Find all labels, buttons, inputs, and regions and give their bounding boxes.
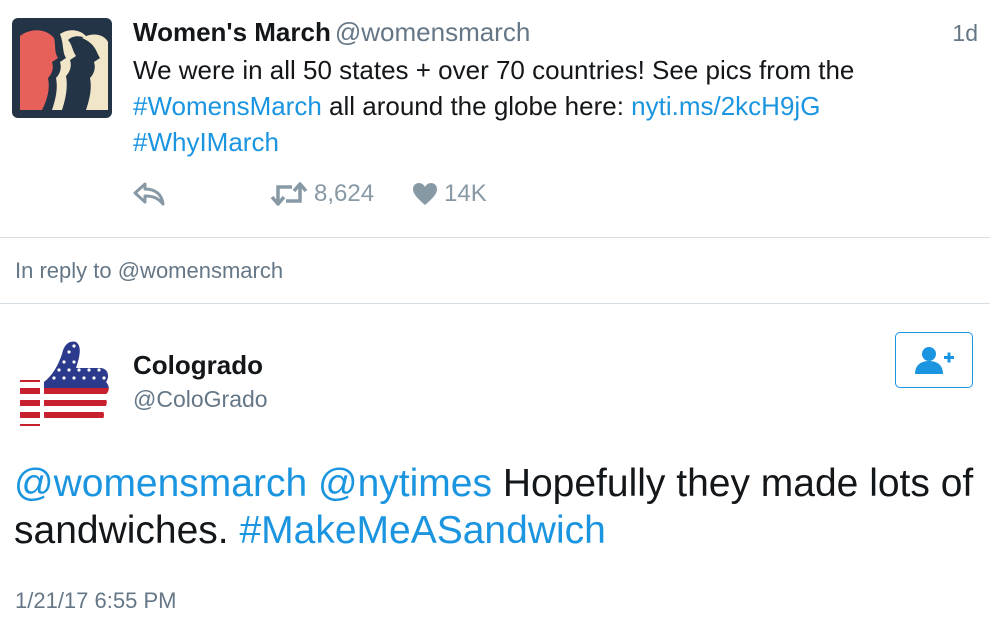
reply-button[interactable]	[133, 176, 165, 212]
tweet1-text-part1: We were in all 50 states + over 70 count…	[133, 55, 855, 85]
like-button[interactable]: 14K	[412, 176, 487, 212]
mention-nytimes-link[interactable]: @nytimes	[318, 462, 492, 505]
tweet1-timestamp[interactable]: 1d	[952, 20, 978, 47]
tweet1-text: We were in all 50 states + over 70 count…	[133, 52, 973, 160]
divider	[0, 237, 990, 238]
retweet-icon	[270, 182, 308, 206]
mention-womensmarch-link[interactable]: @womensmarch	[14, 462, 307, 505]
tweet1-author-handle[interactable]: @womensmarch	[335, 17, 530, 47]
tweet1-text-part2: all around the globe here:	[321, 91, 632, 121]
womens-march-avatar[interactable]	[12, 18, 112, 118]
tweet2-text: @womensmarch @nytimes Hopefully they mad…	[14, 460, 974, 554]
heart-icon	[413, 183, 437, 205]
womens-march-logo-icon	[12, 18, 112, 118]
like-count: 14K	[444, 180, 487, 207]
hashtag-womensmarch-link[interactable]: #WomensMarch	[133, 91, 322, 121]
tweet1-author[interactable]: Women's March @womensmarch	[133, 17, 530, 48]
flag-thumbs-up-icon	[20, 341, 109, 426]
retweet-count: 8,624	[314, 180, 375, 207]
add-user-icon	[915, 347, 954, 374]
in-reply-to-label[interactable]: In reply to @womensmarch	[15, 258, 283, 284]
tweet2-timestamp[interactable]: 1/21/17 6:55 PM	[15, 588, 176, 614]
nyti-short-link[interactable]: nyti.ms/2kcH9jG	[631, 91, 820, 121]
hashtag-makemeasandwich-link[interactable]: #MakeMeASandwich	[239, 509, 605, 552]
tweet2-author-name[interactable]: Colograd​o	[133, 350, 263, 381]
hashtag-whyimarch-link[interactable]: #WhyIMarch	[133, 127, 279, 157]
retweet-button[interactable]: 8,624	[270, 176, 374, 212]
colograd-avatar[interactable]	[14, 332, 114, 432]
follow-button[interactable]	[895, 332, 973, 388]
tweet2-author-handle[interactable]: @ColoGrado	[133, 386, 268, 413]
divider	[0, 303, 990, 304]
reply-icon	[133, 182, 165, 206]
tweet1-author-name[interactable]: Women's March	[133, 17, 331, 47]
